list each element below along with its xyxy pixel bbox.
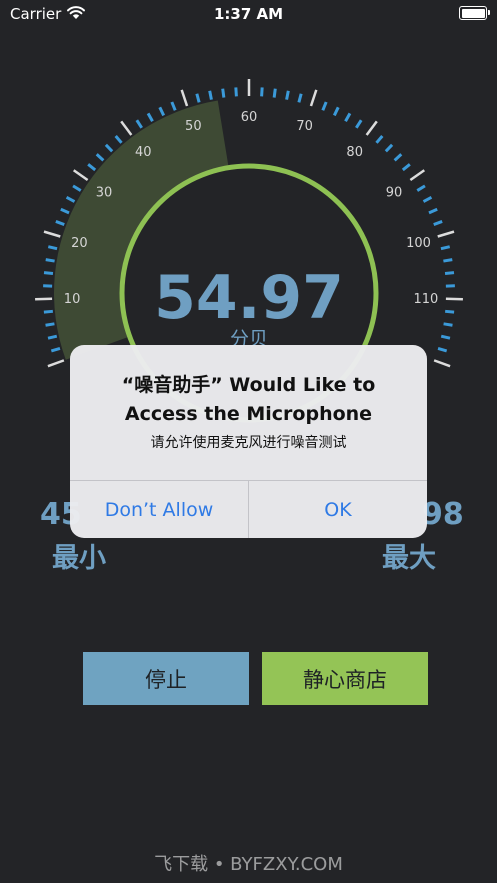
gauge-minor-tick	[195, 93, 201, 103]
gauge-minor-tick	[440, 334, 451, 340]
gauge-minor-tick	[272, 88, 277, 98]
gauge-minor-tick	[146, 112, 154, 122]
gauge-minor-tick	[60, 207, 70, 215]
gauge-scale-label: 90	[386, 185, 403, 200]
gauge-minor-tick	[285, 90, 290, 100]
max-value: 98	[422, 497, 464, 532]
gauge-minor-tick	[95, 153, 105, 162]
gauge-minor-tick	[297, 93, 303, 103]
gauge-minor-tick	[234, 87, 238, 97]
gauge-scale-label: 20	[71, 236, 88, 251]
gauge-minor-tick	[375, 134, 384, 144]
watermark: 飞下载 • BYFZXY.COM	[154, 854, 343, 875]
gauge-minor-tick	[393, 153, 403, 162]
gauge-minor-tick	[55, 220, 65, 226]
gauge-minor-tick	[422, 196, 433, 203]
gauge-major-tick	[180, 89, 189, 107]
decibel-value: 54.97	[154, 263, 344, 333]
gauge-major-tick	[437, 230, 455, 238]
gauge-scale-label: 30	[96, 185, 113, 200]
ok-button[interactable]: OK	[249, 481, 427, 538]
max-label: 最大	[382, 543, 436, 574]
gauge-minor-tick	[45, 258, 55, 263]
gauge-minor-tick	[445, 309, 455, 314]
alert-message: 请允许使用麦克风进行噪音测试	[150, 435, 347, 451]
gauge-minor-tick	[401, 163, 411, 172]
gauge-minor-tick	[158, 106, 166, 117]
gauge-major-tick	[47, 359, 65, 368]
gauge-minor-tick	[104, 143, 114, 153]
gauge-minor-tick	[260, 87, 264, 97]
gauge-minor-tick	[43, 309, 53, 314]
gauge-minor-tick	[428, 207, 438, 215]
gauge-scale-label: 10	[64, 292, 81, 307]
gauge-major-tick	[365, 120, 378, 136]
gauge-minor-tick	[170, 101, 177, 111]
dont-allow-button[interactable]: Don’t Allow	[70, 481, 248, 538]
gauge-scale-label: 110	[414, 292, 439, 307]
gauge-minor-tick	[443, 258, 453, 263]
gauge-minor-tick	[355, 119, 363, 129]
gauge-minor-tick	[72, 184, 82, 192]
gauge-minor-tick	[440, 245, 451, 251]
alert-title-line-2: Access the Microphone	[124, 403, 373, 425]
gauge-major-tick	[120, 120, 133, 136]
gauge-scale-label: 60	[241, 110, 258, 125]
stop-button[interactable]: 停止	[83, 652, 249, 705]
gauge-minor-tick	[444, 271, 455, 276]
gauge-minor-tick	[47, 245, 58, 251]
gauge-minor-tick	[65, 196, 76, 203]
gauge-minor-tick	[332, 106, 340, 117]
gauge-minor-tick	[47, 334, 58, 340]
gauge-scale-label: 50	[185, 119, 202, 134]
gauge-scale-label: 70	[296, 119, 313, 134]
gauge-minor-tick	[43, 271, 54, 276]
shop-button[interactable]: 静心商店	[262, 652, 428, 705]
gauge-minor-tick	[437, 346, 448, 353]
gauge-minor-tick	[416, 184, 426, 192]
gauge-minor-tick	[45, 322, 55, 327]
gauge-scale-label: 100	[406, 236, 431, 251]
alert-title-line-1: “噪音助手” Would Like to	[121, 374, 376, 396]
alert-title: “噪音助手” Would Like to Access the Micropho…	[86, 371, 411, 429]
microphone-permission-alert: “噪音助手” Would Like to Access the Micropho…	[70, 345, 427, 538]
gauge-major-tick	[43, 230, 61, 238]
gauge-minor-tick	[114, 134, 123, 144]
gauge-minor-tick	[208, 90, 213, 100]
min-label: 最小	[52, 543, 106, 574]
gauge-minor-tick	[384, 143, 394, 153]
gauge-minor-tick	[50, 346, 61, 353]
gauge-major-tick	[433, 359, 451, 368]
gauge-minor-tick	[443, 322, 453, 327]
gauge-minor-tick	[433, 220, 443, 226]
gauge-scale-label: 40	[135, 145, 152, 160]
gauge-major-tick	[409, 169, 426, 182]
gauge-minor-tick	[87, 163, 97, 172]
gauge-minor-tick	[135, 119, 143, 129]
gauge-minor-tick	[221, 88, 226, 98]
gauge-major-tick	[309, 89, 318, 107]
gauge-scale-label: 80	[346, 145, 363, 160]
gauge-major-tick	[72, 169, 89, 182]
gauge-minor-tick	[344, 112, 352, 122]
gauge-minor-tick	[321, 101, 328, 111]
